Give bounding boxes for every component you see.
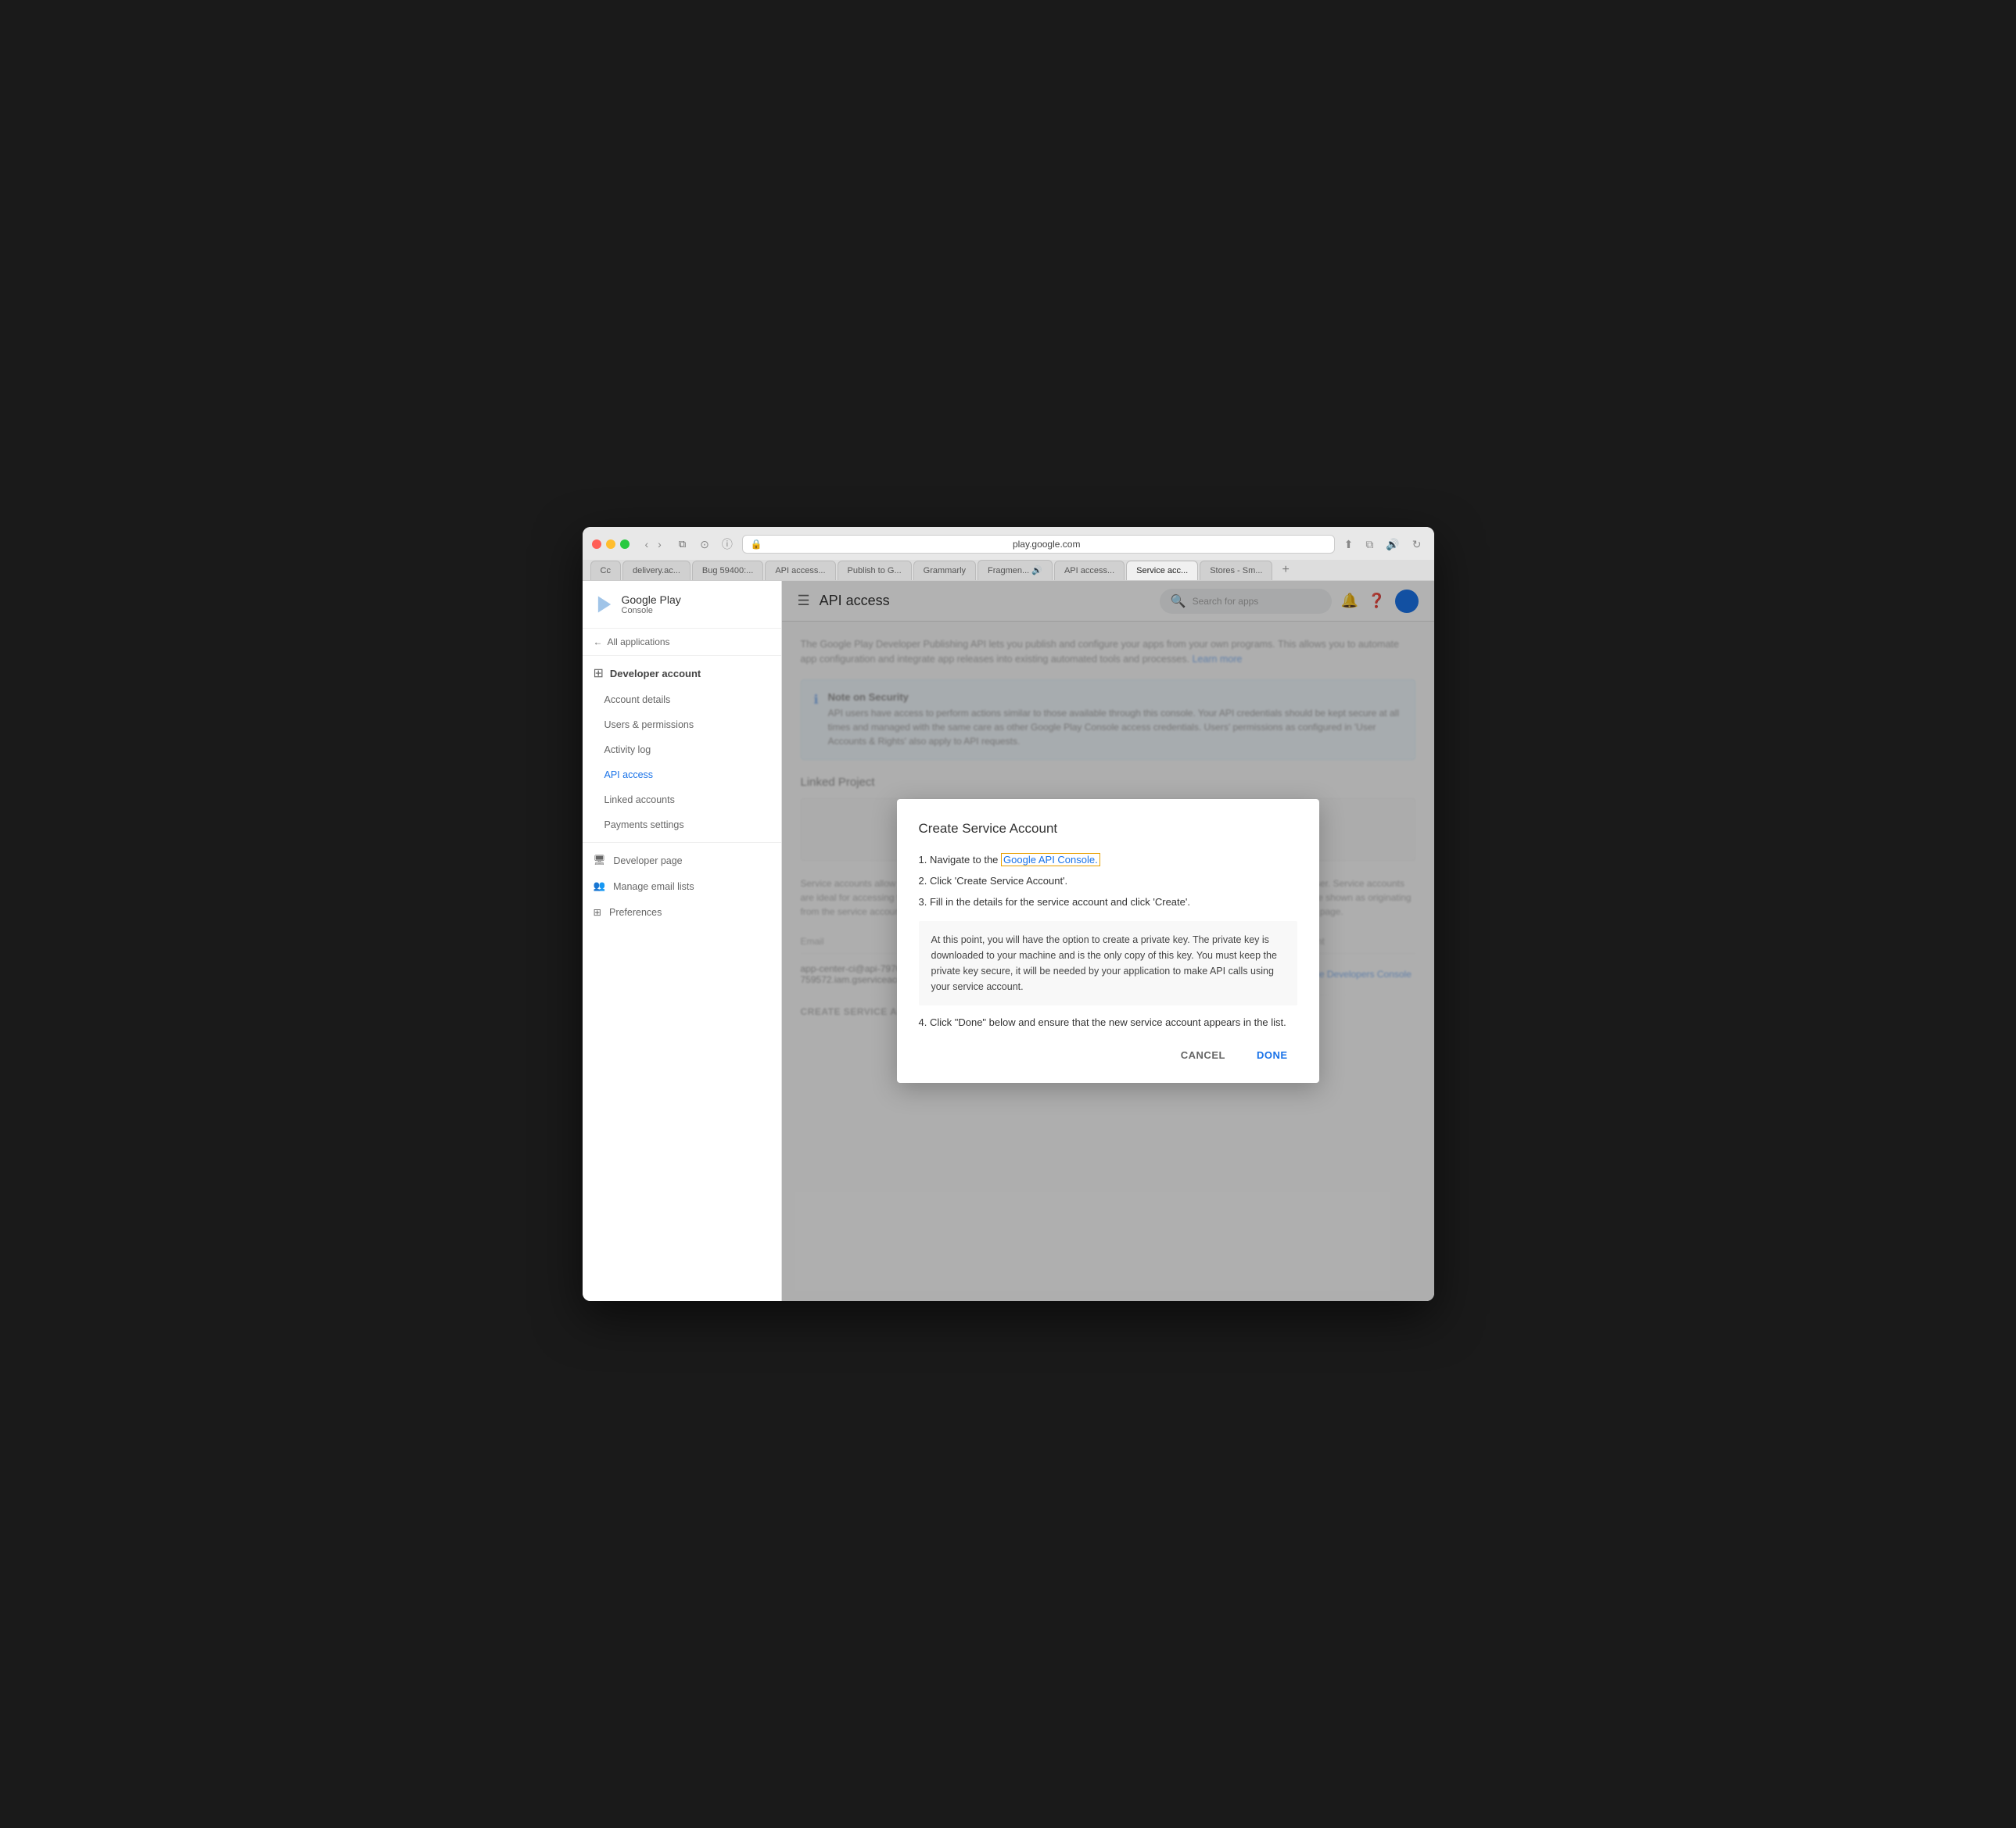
modal-note: At this point, you will have the option … — [919, 921, 1297, 1005]
tab-view-button[interactable]: ⧉ — [674, 536, 691, 552]
sidebar-item-label: Preferences — [609, 907, 662, 918]
sidebar-divider — [583, 842, 781, 843]
sidebar-item-account-details[interactable]: Account details — [583, 687, 781, 712]
sound-button[interactable]: 🔊 — [1383, 536, 1402, 553]
back-arrow-icon: ← — [594, 636, 603, 647]
new-tab-plus-button[interactable]: + — [1275, 560, 1295, 580]
sidebar-item-users-permissions[interactable]: Users & permissions — [583, 712, 781, 737]
tab-delivery[interactable]: delivery.ac... — [622, 561, 691, 580]
lock-icon: 🔒 — [751, 539, 762, 550]
tab-publish[interactable]: Publish to G... — [838, 561, 912, 580]
sidebar-item-label: Account details — [604, 694, 671, 705]
sidebar-item-api-access[interactable]: API access — [583, 762, 781, 787]
modal-steps: 1. Navigate to the Google API Console. 2… — [919, 851, 1297, 912]
minimize-button[interactable] — [606, 539, 615, 549]
sidebar-item-preferences[interactable]: ⊞ Preferences — [583, 899, 781, 925]
developer-account-icon: ⊞ — [594, 665, 604, 681]
create-service-account-modal: Create Service Account 1. Navigate to th… — [897, 799, 1319, 1084]
sidebar-section-header: ⊞ Developer account — [583, 656, 781, 687]
sidebar-item-linked-accounts[interactable]: Linked accounts — [583, 787, 781, 812]
modal-title: Create Service Account — [919, 821, 1297, 837]
sidebar-item-developer-page[interactable]: 🖥 Developer page — [583, 848, 781, 873]
sidebar-logo[interactable]: Google Play Console — [583, 581, 781, 629]
email-lists-icon: 👥 — [594, 880, 606, 892]
sidebar-item-label: API access — [604, 769, 654, 780]
google-api-console-link[interactable]: Google API Console. — [1001, 853, 1100, 866]
developer-page-icon: 🖥 — [594, 855, 606, 866]
back-label: All applications — [608, 636, 670, 647]
google-play-icon — [594, 593, 615, 615]
url-bar[interactable]: 🔒 play.google.com — [742, 535, 1335, 554]
modal-actions: CANCEL DONE — [919, 1043, 1297, 1067]
all-applications-back[interactable]: ← All applications — [583, 629, 781, 656]
tab-bar: Cc delivery.ac... Bug 59400:... API acce… — [583, 560, 1434, 580]
home-button[interactable]: ⊙ — [697, 536, 712, 553]
main-area: ☰ API access 🔍 Search for apps 🔔 ❓ The G… — [782, 581, 1434, 1301]
sidebar-item-label: Activity log — [604, 744, 651, 755]
tab-stores[interactable]: Stores - Sm... — [1200, 561, 1272, 580]
modal-step3: 3. Fill in the details for the service a… — [919, 893, 1297, 911]
sidebar-item-label: Developer page — [613, 855, 682, 866]
info-button[interactable]: ⓘ — [719, 535, 736, 554]
tab-grammarly[interactable]: Grammarly — [913, 561, 976, 580]
done-button[interactable]: DONE — [1247, 1043, 1297, 1067]
maximize-button[interactable] — [620, 539, 630, 549]
modal-step4: 4. Click "Done" below and ensure that th… — [919, 1015, 1297, 1031]
close-button[interactable] — [592, 539, 601, 549]
sidebar-item-label: Users & permissions — [604, 719, 694, 730]
sidebar-item-email-lists[interactable]: 👥 Manage email lists — [583, 873, 781, 899]
sidebar-item-payments[interactable]: Payments settings — [583, 812, 781, 837]
sidebar: Google Play Console ← All applications ⊞… — [583, 581, 782, 1301]
new-tab-button[interactable]: ⧉ — [1362, 536, 1376, 553]
url-text: play.google.com — [767, 539, 1326, 550]
sidebar-section-title: Developer account — [610, 668, 701, 679]
back-button[interactable]: ‹ — [642, 536, 652, 552]
tab-api1[interactable]: API access... — [765, 561, 835, 580]
sidebar-item-label: Payments settings — [604, 819, 684, 830]
tab-bug[interactable]: Bug 59400:... — [692, 561, 763, 580]
forward-button[interactable]: › — [655, 536, 665, 552]
refresh-button[interactable]: ↻ — [1409, 536, 1425, 553]
tab-cc[interactable]: Cc — [590, 561, 621, 580]
tab-api2[interactable]: API access... — [1054, 561, 1125, 580]
preferences-icon: ⊞ — [594, 906, 601, 918]
modal-step2: 2. Click 'Create Service Account'. — [919, 872, 1297, 890]
sidebar-item-activity-log[interactable]: Activity log — [583, 737, 781, 762]
modal-overlay: Create Service Account 1. Navigate to th… — [782, 581, 1434, 1301]
cancel-button[interactable]: CANCEL — [1171, 1043, 1235, 1067]
share-button[interactable]: ⬆ — [1341, 536, 1357, 553]
modal-step1: 1. Navigate to the Google API Console. — [919, 851, 1297, 869]
logo-app-name: Google Play — [622, 593, 681, 606]
tab-service-acc[interactable]: Service acc... — [1126, 561, 1198, 580]
sidebar-item-label: Manage email lists — [613, 881, 694, 892]
tab-fragment[interactable]: Fragmen... 🔊 — [978, 560, 1053, 580]
modal-step1-prefix: 1. Navigate to the — [919, 854, 999, 866]
logo-sub: Console — [622, 606, 681, 615]
sidebar-item-label: Linked accounts — [604, 794, 675, 805]
